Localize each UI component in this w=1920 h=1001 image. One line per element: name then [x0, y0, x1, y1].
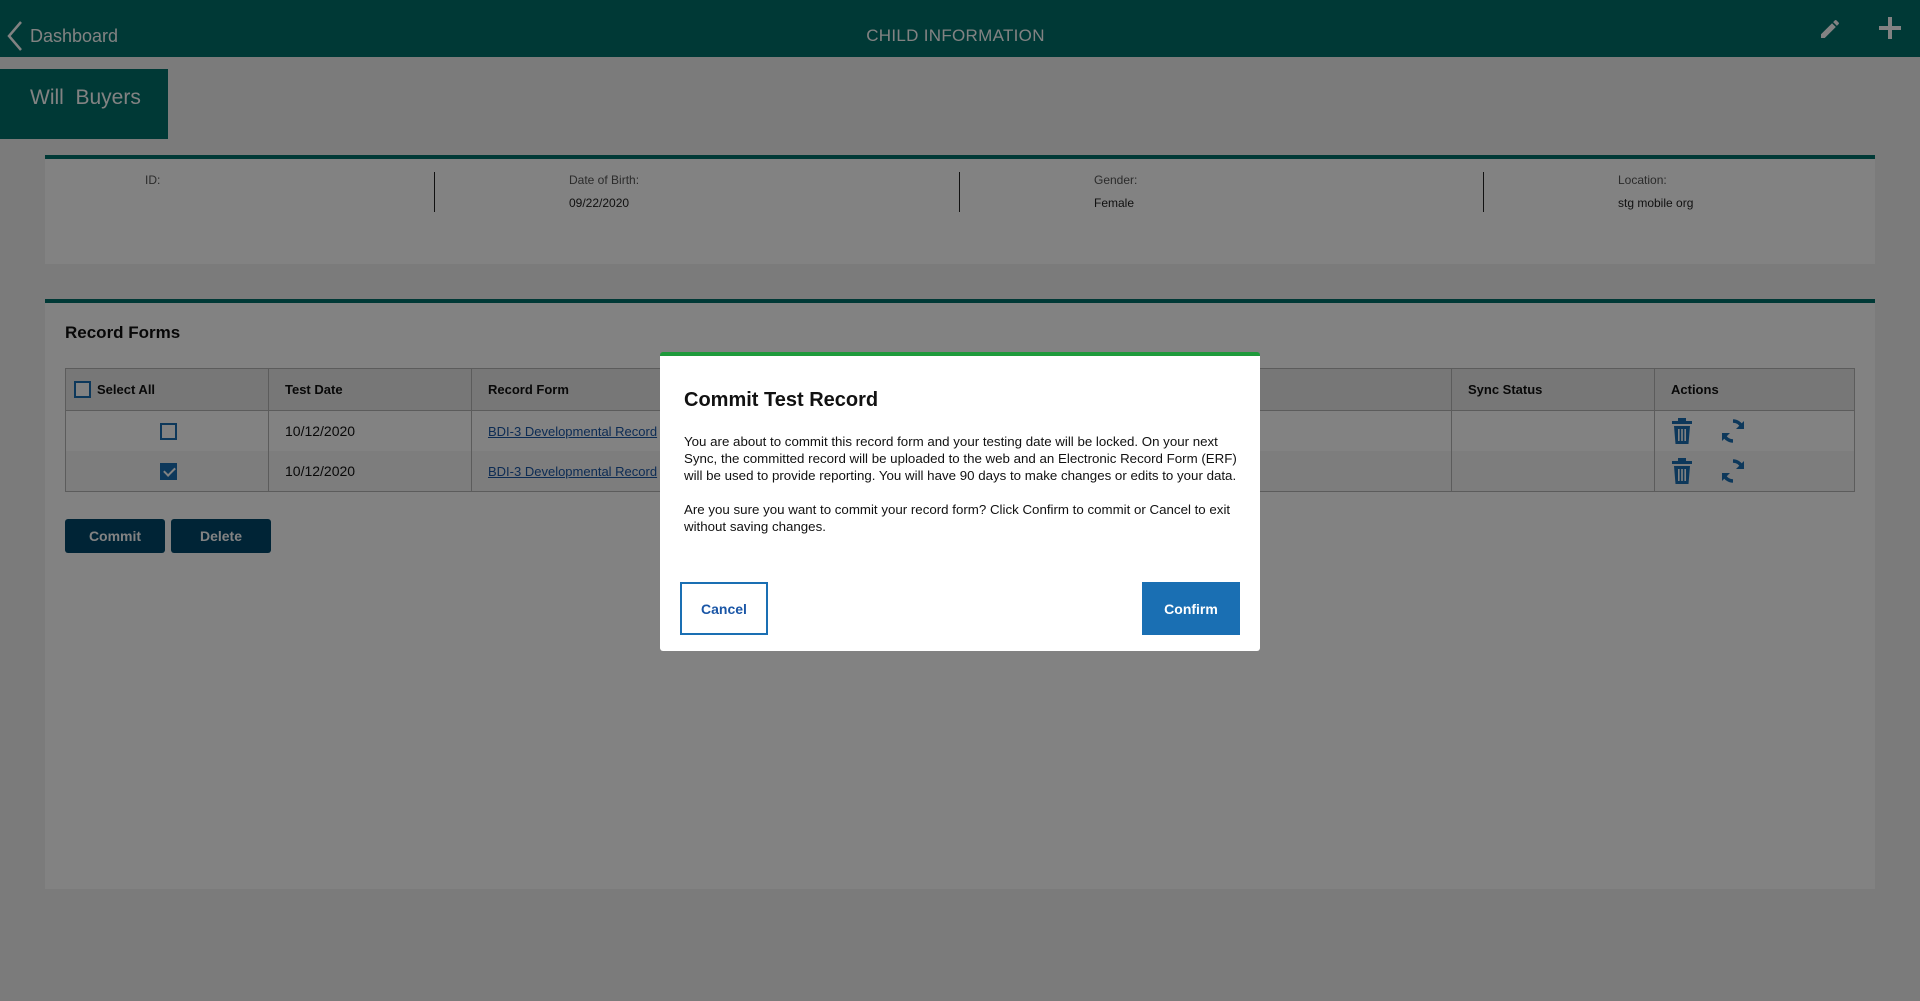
- confirm-button[interactable]: Confirm: [1142, 582, 1240, 635]
- commit-dialog: Commit Test Record You are about to comm…: [660, 352, 1260, 651]
- dialog-paragraph: Are you sure you want to commit your rec…: [684, 502, 1231, 534]
- dialog-paragraph: You are about to commit this record form…: [684, 434, 1237, 483]
- dialog-title: Commit Test Record: [684, 389, 879, 411]
- cancel-button[interactable]: Cancel: [680, 582, 768, 635]
- dialog-message: You are about to commit this record form…: [684, 433, 1254, 535]
